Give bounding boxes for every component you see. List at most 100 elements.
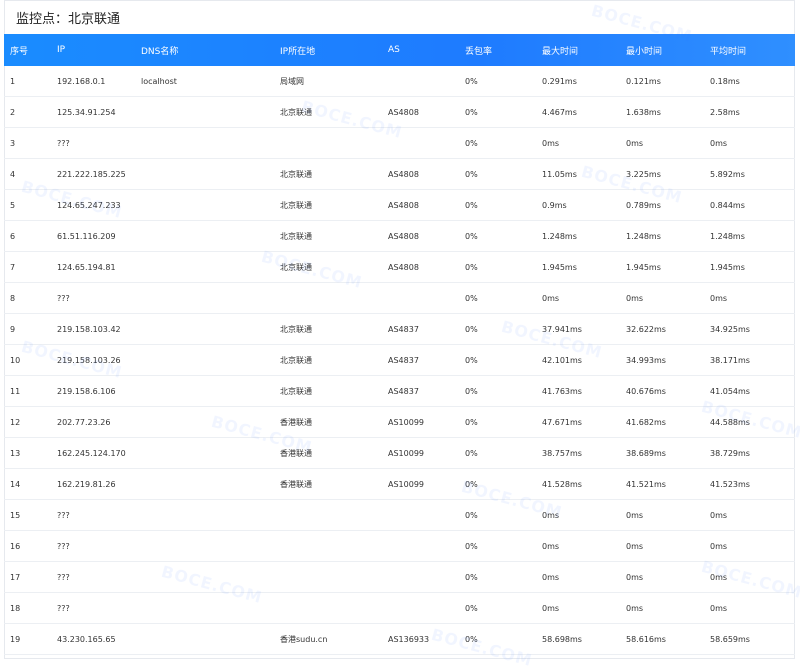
cell-index: 14	[10, 479, 21, 489]
cell-ip: ???	[57, 541, 70, 551]
table-body: 1 192.168.0.1 localhost 局域网 0% 0.291ms 0.121ms…	[4, 66, 795, 655]
cell-loss: 0%	[465, 107, 478, 117]
cell-index: 19	[10, 634, 21, 644]
cell-max-time: 0.9ms	[542, 200, 567, 210]
cell-max-time: 41.528ms	[542, 479, 582, 489]
cell-avg-time: 34.925ms	[710, 324, 750, 334]
cell-avg-time: 0.844ms	[710, 200, 745, 210]
cell-index: 7	[10, 262, 16, 272]
cell-min-time: 1.248ms	[626, 231, 661, 241]
cell-ip: 202.77.23.26	[57, 417, 111, 427]
cell-ip: 61.51.116.209	[57, 231, 116, 241]
table-row: 9 219.158.103.42 北京联通 AS4837 0% 37.941ms 32.62…	[4, 314, 795, 345]
cell-avg-time: 0ms	[710, 572, 728, 582]
cell-location: 北京联通	[280, 324, 312, 334]
header-ip: IP	[57, 45, 66, 55]
table-row: 14 162.219.81.26 香港联通 AS10099 0% 41.528ms 41.5…	[4, 469, 795, 500]
cell-min-time: 1.638ms	[626, 107, 661, 117]
table-row: 10 219.158.103.26 北京联通 AS4837 0% 42.101ms 34.9…	[4, 345, 795, 376]
cell-max-time: 0ms	[542, 510, 560, 520]
cell-max-time: 0ms	[542, 572, 560, 582]
table-row: 5 124.65.247.233 北京联通 AS4808 0% 0.9ms 0.789ms 0…	[4, 190, 795, 221]
cell-ip: ???	[57, 138, 70, 148]
cell-location: 香港联通	[280, 417, 312, 427]
cell-loss: 0%	[465, 293, 478, 303]
cell-min-time: 0ms	[626, 603, 644, 613]
cell-max-time: 47.671ms	[542, 417, 582, 427]
table-row: 1 192.168.0.1 localhost 局域网 0% 0.291ms 0.121ms…	[4, 66, 795, 97]
cell-ip: 219.158.6.106	[57, 386, 116, 396]
cell-avg-time: 44.588ms	[710, 417, 750, 427]
cell-index: 10	[10, 355, 21, 365]
cell-index: 3	[10, 138, 16, 148]
cell-ip: 125.34.91.254	[57, 107, 116, 117]
cell-as: AS136933	[388, 634, 430, 644]
cell-min-time: 1.945ms	[626, 262, 661, 272]
cell-loss: 0%	[465, 479, 478, 489]
cell-location: 香港联通	[280, 448, 312, 458]
cell-avg-time: 58.659ms	[710, 634, 750, 644]
cell-location: 北京联通	[280, 231, 312, 241]
cell-avg-time: 41.054ms	[710, 386, 750, 396]
cell-avg-time: 41.523ms	[710, 479, 750, 489]
cell-index: 5	[10, 200, 16, 210]
cell-as: AS4837	[388, 324, 419, 334]
cell-avg-time: 5.892ms	[710, 169, 745, 179]
cell-avg-time: 38.729ms	[710, 448, 750, 458]
cell-ip: 221.222.185.225	[57, 169, 126, 179]
cell-avg-time: 1.248ms	[710, 231, 745, 241]
cell-ip: ???	[57, 603, 70, 613]
cell-avg-time: 0ms	[710, 510, 728, 520]
cell-location: 北京联通	[280, 169, 312, 179]
traceroute-table: 序号 IP DNS名称 IP所在地 AS 丢包率 最大时间 最小时间 平均时间 …	[4, 34, 795, 655]
cell-max-time: 0.291ms	[542, 76, 577, 86]
cell-avg-time: 0ms	[710, 603, 728, 613]
cell-as: AS4808	[388, 200, 419, 210]
cell-location: 北京联通	[280, 107, 312, 117]
table-row: 17??? 0% 0ms 0ms 0ms	[4, 562, 795, 593]
cell-index: 8	[10, 293, 16, 303]
cell-index: 6	[10, 231, 16, 241]
table-row: 3??? 0% 0ms 0ms 0ms	[4, 128, 795, 159]
cell-ip: 124.65.194.81	[57, 262, 116, 272]
cell-min-time: 34.993ms	[626, 355, 666, 365]
header-location: IP所在地	[280, 46, 316, 57]
cell-avg-time: 1.945ms	[710, 262, 745, 272]
cell-as: AS10099	[388, 417, 424, 427]
cell-loss: 0%	[465, 262, 478, 272]
table-row: 13 162.245.124.170 香港联通 AS10099 0% 38.757ms 38…	[4, 438, 795, 469]
cell-index: 4	[10, 169, 16, 179]
cell-max-time: 1.945ms	[542, 262, 577, 272]
cell-avg-time: 0ms	[710, 138, 728, 148]
cell-loss: 0%	[465, 572, 478, 582]
cell-as: AS4837	[388, 355, 419, 365]
cell-min-time: 41.521ms	[626, 479, 666, 489]
cell-index: 18	[10, 603, 21, 613]
cell-loss: 0%	[465, 541, 478, 551]
cell-avg-time: 38.171ms	[710, 355, 750, 365]
cell-as: AS4837	[388, 386, 419, 396]
cell-index: 16	[10, 541, 21, 551]
cell-min-time: 0ms	[626, 541, 644, 551]
cell-min-time: 32.622ms	[626, 324, 666, 334]
cell-min-time: 0ms	[626, 293, 644, 303]
cell-loss: 0%	[465, 231, 478, 241]
cell-location: 北京联通	[280, 355, 312, 365]
cell-as: AS10099	[388, 448, 424, 458]
cell-as: AS4808	[388, 231, 419, 241]
header-as: AS	[388, 45, 400, 55]
cell-index: 15	[10, 510, 21, 520]
cell-location: 香港联通	[280, 479, 312, 489]
cell-location: 北京联通	[280, 386, 312, 396]
header-dns: DNS名称	[141, 46, 179, 57]
cell-max-time: 0ms	[542, 293, 560, 303]
header-max: 最大时间	[542, 46, 579, 57]
cell-max-time: 37.941ms	[542, 324, 582, 334]
cell-ip: ???	[57, 510, 70, 520]
cell-index: 13	[10, 448, 21, 458]
cell-min-time: 0ms	[626, 510, 644, 520]
cell-loss: 0%	[465, 417, 478, 427]
cell-loss: 0%	[465, 510, 478, 520]
cell-ip: 219.158.103.26	[57, 355, 121, 365]
cell-ip: 162.219.81.26	[57, 479, 116, 489]
